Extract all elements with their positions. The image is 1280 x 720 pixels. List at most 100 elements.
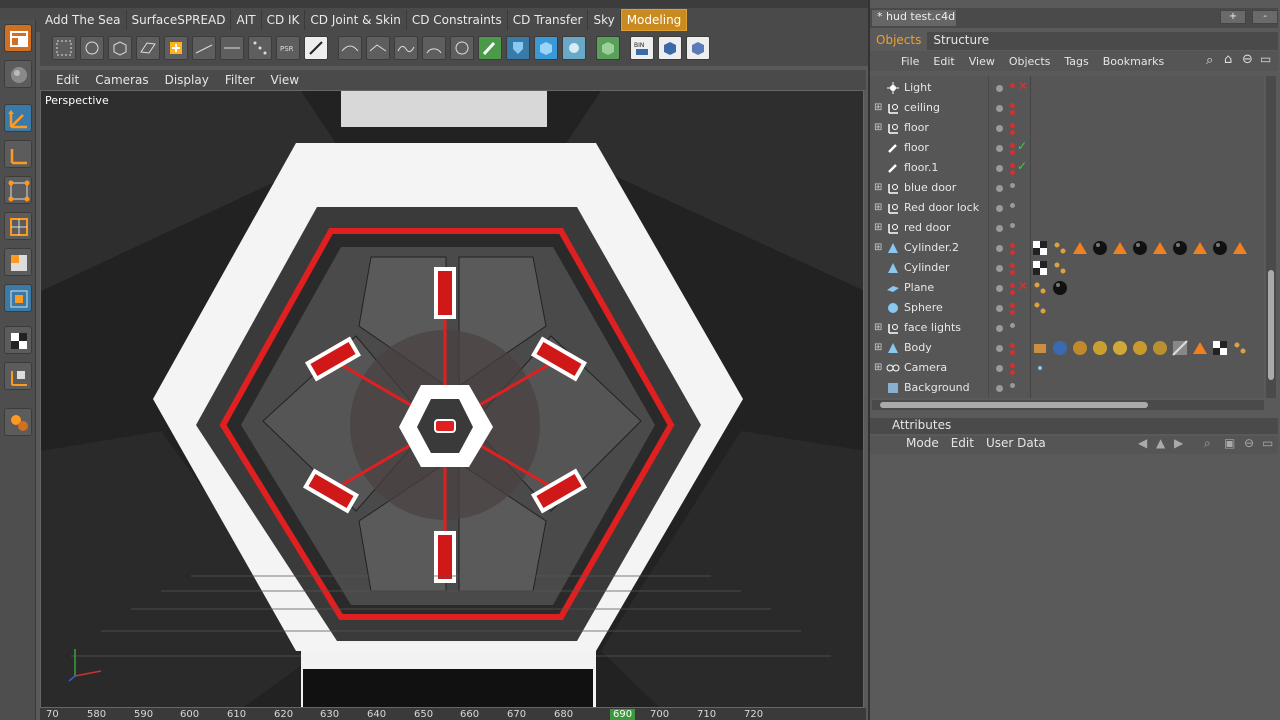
editor-dot[interactable] [1010, 123, 1015, 128]
phong-tag-icon[interactable] [1052, 260, 1068, 276]
render-dot[interactable] [1010, 310, 1015, 315]
phong-tag-icon[interactable] [1032, 300, 1048, 316]
material-gold-icon[interactable] [1092, 340, 1108, 356]
spline-sketch-icon[interactable] [366, 36, 390, 60]
editor-dot[interactable] [1010, 103, 1015, 108]
material-gold-icon[interactable] [1132, 340, 1148, 356]
bin-icon[interactable]: BIN [630, 36, 654, 60]
new-window-icon[interactable]: ▭ [1262, 436, 1273, 450]
document-tab[interactable]: * hud test.c4d [872, 10, 956, 26]
up-arrow-icon[interactable]: ▲ [1156, 436, 1165, 450]
visibility-dot[interactable] [996, 205, 1003, 212]
select-icon[interactable] [52, 36, 76, 60]
warning-tag-icon[interactable] [1232, 240, 1248, 256]
disabled-x-icon[interactable]: ✕ [1018, 279, 1028, 293]
expand-icon[interactable]: ⊞ [874, 102, 882, 113]
expand-icon[interactable]: ⊞ [874, 122, 882, 133]
spline-pen-icon[interactable] [338, 36, 362, 60]
attributes-menu-mode[interactable]: Mode [900, 436, 945, 454]
render-dot[interactable] [1010, 290, 1015, 295]
enabled-check-icon[interactable]: ✓ [1017, 139, 1027, 153]
visibility-dot[interactable] [996, 245, 1003, 252]
editor-dot[interactable] [1010, 303, 1015, 308]
editor-dot[interactable] [1010, 323, 1015, 328]
wrench-icon[interactable] [562, 36, 586, 60]
objects-menu-tags[interactable]: Tags [1057, 55, 1095, 68]
visibility-dot[interactable] [996, 345, 1003, 352]
brush-icon[interactable] [478, 36, 502, 60]
model-mode-icon[interactable] [4, 104, 32, 132]
workplane-icon[interactable] [4, 362, 32, 390]
cube-select-icon[interactable] [108, 36, 132, 60]
menu-modeling[interactable]: Modeling [620, 9, 688, 31]
forward-arrow-icon[interactable]: ▶ [1174, 436, 1183, 450]
menu-sky[interactable]: Sky [588, 10, 621, 30]
timeline-ruler[interactable]: 70 580 590 600 610 620 630 640 650 660 6… [40, 708, 866, 720]
sd-cube-icon[interactable] [658, 36, 682, 60]
visibility-dot[interactable] [996, 125, 1003, 132]
render-dot[interactable] [1010, 170, 1015, 175]
knife-icon[interactable] [220, 36, 244, 60]
material-black-icon[interactable] [1092, 240, 1108, 256]
spline-circle-icon[interactable] [450, 36, 474, 60]
material-black-icon[interactable] [1212, 240, 1228, 256]
warning-tag-icon[interactable] [1112, 240, 1128, 256]
editor-dot[interactable] [1010, 263, 1015, 268]
attributes-menu-edit[interactable]: Edit [945, 436, 980, 454]
object-row-blue-door[interactable]: ⊞ blue door [870, 178, 1264, 198]
polygons-mode-icon[interactable] [4, 248, 32, 276]
editor-dot[interactable] [1010, 383, 1015, 388]
material-stripe-icon[interactable] [1172, 340, 1188, 356]
live-select-icon[interactable] [80, 36, 104, 60]
render-dot[interactable] [1010, 250, 1015, 255]
target-tag-icon[interactable] [1032, 360, 1048, 376]
objects-menu-objects[interactable]: Objects [1002, 55, 1058, 68]
visibility-dot[interactable] [996, 165, 1003, 172]
display-tag-icon[interactable] [1032, 340, 1048, 356]
new-window-icon[interactable]: ▭ [1260, 52, 1271, 66]
object-row-floor-brush[interactable]: floor ✓ [870, 138, 1264, 158]
editor-dot[interactable] [1010, 343, 1015, 348]
material-black-icon[interactable] [1172, 240, 1188, 256]
material-blue-icon[interactable] [1052, 340, 1068, 356]
visibility-dot[interactable] [996, 305, 1003, 312]
edges-mode-icon[interactable] [4, 212, 32, 240]
menu-add-the-sea[interactable]: Add The Sea [40, 10, 127, 30]
menu-ait[interactable]: AIT [231, 10, 262, 30]
tab-structure[interactable]: Structure [927, 32, 995, 50]
menu-cd-constraints[interactable]: CD Constraints [407, 10, 508, 30]
menu-cd-joint-skin[interactable]: CD Joint & Skin [305, 10, 407, 30]
timeline-current-frame[interactable]: 690 [610, 709, 636, 720]
object-row-cylinder-2[interactable]: ⊞ Cylinder.2 [870, 238, 1264, 258]
editor-dot[interactable] [1010, 363, 1015, 368]
uv-mode-icon[interactable] [4, 284, 32, 312]
material-black-icon[interactable] [1132, 240, 1148, 256]
viewport-menu-filter[interactable]: Filter [217, 73, 263, 87]
object-row-body[interactable]: ⊞ Body [870, 338, 1264, 358]
texture-tag-icon[interactable] [1212, 340, 1228, 356]
plane-select-icon[interactable] [136, 36, 160, 60]
object-row-plane[interactable]: Plane ✕ [870, 278, 1264, 298]
editor-dot[interactable] [1010, 83, 1015, 88]
render-dot[interactable] [1010, 110, 1015, 115]
object-row-red-door-lock[interactable]: ⊞ Red door lock [870, 198, 1264, 218]
object-row-face-lights[interactable]: ⊞ face lights [870, 318, 1264, 338]
render-dot[interactable] [1010, 350, 1015, 355]
expand-icon[interactable]: ⊞ [874, 362, 882, 373]
viewport-menu-edit[interactable]: Edit [48, 73, 87, 87]
objects-menu-bookmarks[interactable]: Bookmarks [1096, 55, 1171, 68]
phong-tag-icon[interactable] [1232, 340, 1248, 356]
psr-icon[interactable]: PSR [276, 36, 300, 60]
editor-dot[interactable] [1010, 163, 1015, 168]
expand-icon[interactable]: ⊞ [874, 182, 882, 193]
visibility-dot[interactable] [996, 105, 1003, 112]
render-dot[interactable] [1010, 150, 1015, 155]
expand-icon[interactable]: ⊞ [874, 242, 882, 253]
phong-tag-icon[interactable] [1052, 240, 1068, 256]
expand-icon[interactable]: ⊞ [874, 202, 882, 213]
material-black-icon[interactable] [1052, 280, 1068, 296]
editor-dot[interactable] [1010, 143, 1015, 148]
render-dot[interactable] [1010, 270, 1015, 275]
visibility-dot[interactable] [996, 85, 1003, 92]
hscroll-thumb[interactable] [880, 402, 1148, 408]
